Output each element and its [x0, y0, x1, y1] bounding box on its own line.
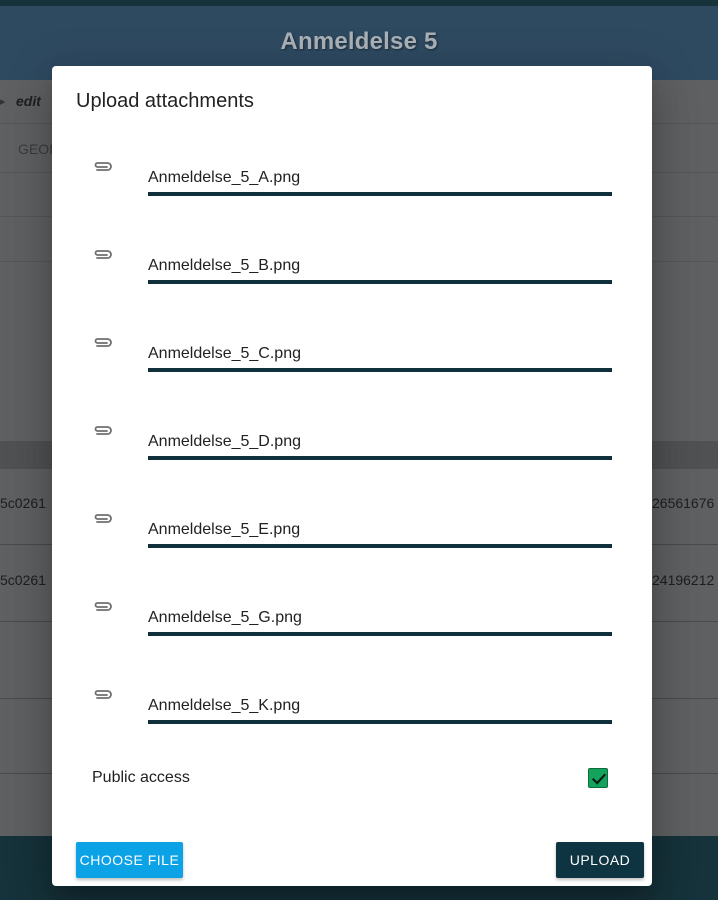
file-row: Anmeldelse_5_D.png: [52, 422, 652, 510]
file-name-field[interactable]: Anmeldelse_5_K.png: [148, 694, 612, 724]
paperclip-icon: [92, 510, 114, 526]
paperclip-icon: [92, 686, 114, 702]
public-access-label: Public access: [92, 769, 190, 786]
upload-dialog: Upload attachments Anmeldelse_5_A.png Anm…: [52, 66, 652, 886]
file-name-field[interactable]: Anmeldelse_5_D.png: [148, 430, 612, 460]
modal-overlay: Upload attachments Anmeldelse_5_A.png Anm…: [0, 0, 718, 900]
file-name: Anmeldelse_5_C.png: [148, 345, 301, 362]
paperclip-icon: [92, 334, 114, 350]
paperclip-icon: [92, 598, 114, 614]
file-name: Anmeldelse_5_G.png: [148, 609, 302, 626]
public-access-checkbox[interactable]: [588, 768, 608, 788]
file-name-field[interactable]: Anmeldelse_5_A.png: [148, 166, 612, 196]
file-row: Anmeldelse_5_A.png: [52, 158, 652, 246]
file-name: Anmeldelse_5_D.png: [148, 433, 301, 450]
file-row: Anmeldelse_5_E.png: [52, 510, 652, 598]
checkmark-icon: [591, 773, 607, 785]
upload-button[interactable]: UPLOAD: [556, 842, 644, 878]
file-name: Anmeldelse_5_K.png: [148, 697, 301, 714]
file-name: Anmeldelse_5_B.png: [148, 257, 301, 274]
file-name: Anmeldelse_5_E.png: [148, 521, 301, 538]
paperclip-icon: [92, 246, 114, 262]
file-row: Anmeldelse_5_B.png: [52, 246, 652, 334]
paperclip-icon: [92, 158, 114, 174]
file-row: Anmeldelse_5_C.png: [52, 334, 652, 422]
file-name-field[interactable]: Anmeldelse_5_G.png: [148, 606, 612, 636]
file-name-field[interactable]: Anmeldelse_5_B.png: [148, 254, 612, 284]
file-name-field[interactable]: Anmeldelse_5_C.png: [148, 342, 612, 372]
paperclip-icon: [92, 422, 114, 438]
file-name: Anmeldelse_5_A.png: [148, 169, 301, 186]
file-row: Anmeldelse_5_K.png: [52, 686, 652, 774]
choose-file-button[interactable]: CHOOSE FILE: [76, 842, 183, 878]
file-row: Anmeldelse_5_G.png: [52, 598, 652, 686]
dialog-title: Upload attachments: [76, 90, 254, 112]
file-name-field[interactable]: Anmeldelse_5_E.png: [148, 518, 612, 548]
